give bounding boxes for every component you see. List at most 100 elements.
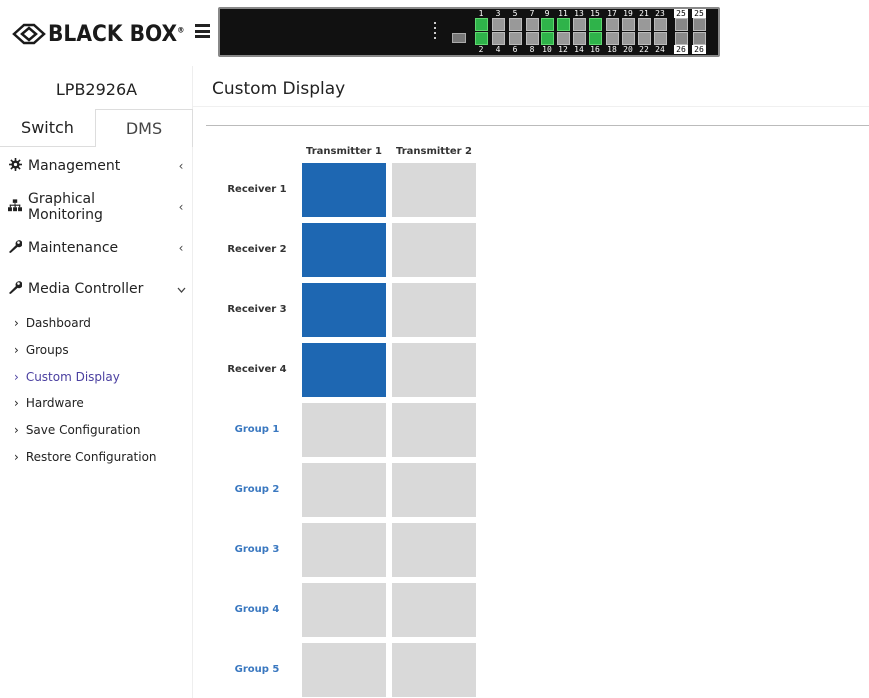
port-jack: [475, 18, 488, 31]
matrix-cell[interactable]: [392, 403, 476, 457]
row-label[interactable]: Group 3: [222, 544, 292, 555]
port-number-label: 2: [478, 45, 484, 54]
port-jack: [589, 32, 602, 45]
menu-label: Graphical Monitoring: [28, 191, 103, 223]
port-number-label: 25: [674, 9, 688, 18]
port-number-label: 4: [495, 45, 501, 54]
matrix-cell[interactable]: [302, 343, 386, 397]
row-label: Receiver 2: [227, 244, 287, 255]
port-jack: [693, 32, 706, 45]
port-jack: [606, 32, 619, 45]
menu-label: Maintenance: [28, 240, 119, 256]
chevron-right-icon: ›: [14, 343, 19, 357]
menu-label: Management: [28, 158, 121, 174]
menu-item-graphical-monitoring[interactable]: Graphical Monitoring ‹: [0, 187, 193, 227]
matrix-cell[interactable]: [302, 223, 386, 277]
port-number-label: 19: [623, 9, 633, 18]
chevron-left-icon: ‹: [178, 159, 184, 173]
port-jack: [541, 32, 554, 45]
port-jack: [573, 32, 586, 45]
menu-item-media-controller[interactable]: Media Controller: [0, 269, 193, 309]
wrench-icon: [4, 280, 26, 298]
port-number-label: 20: [623, 45, 633, 54]
matrix-cell[interactable]: [302, 403, 386, 457]
row-label[interactable]: Group 4: [222, 604, 292, 615]
port-number-label: 17: [607, 9, 617, 18]
matrix-cell[interactable]: [392, 283, 476, 337]
port-jack: [654, 32, 667, 45]
matrix-cell[interactable]: [302, 163, 386, 217]
port-number-label: 8: [529, 45, 535, 54]
matrix-cell[interactable]: [392, 643, 476, 697]
chevron-right-icon: ›: [14, 450, 19, 464]
row-label: Receiver 4: [227, 364, 287, 375]
brand-logo[interactable]: BLACK BOX®: [12, 20, 196, 48]
matrix-cell[interactable]: [302, 283, 386, 337]
port-number-label: 26: [692, 45, 706, 54]
matrix-cell[interactable]: [392, 343, 476, 397]
submenu-item-custom-display[interactable]: › Custom Display: [14, 370, 120, 384]
management-port[interactable]: [452, 33, 466, 43]
menu-toggle-icon[interactable]: [195, 24, 210, 38]
submenu-item-groups[interactable]: › Groups: [14, 343, 69, 357]
port-number-label: 11: [558, 9, 568, 18]
matrix-cell[interactable]: [302, 583, 386, 637]
sitemap-icon: [4, 198, 26, 216]
matrix-cell[interactable]: [392, 163, 476, 217]
port-number-label: 10: [542, 45, 552, 54]
status-leds: [434, 22, 438, 42]
port-jack: [589, 18, 602, 31]
menu-item-management[interactable]: Management ‹: [0, 146, 193, 186]
tab-dms[interactable]: DMS: [95, 109, 193, 147]
device-name: LPB2926A: [55, 80, 138, 99]
submenu-item-hardware[interactable]: › Hardware: [14, 396, 84, 410]
port-jack: [675, 18, 688, 31]
port-number-label: 25: [692, 9, 706, 18]
port-jack: [526, 32, 539, 45]
chevron-right-icon: ›: [14, 423, 19, 437]
port-jack: [622, 32, 635, 45]
chevron-right-icon: ›: [14, 370, 19, 384]
port-number-label: 3: [495, 9, 501, 18]
port-jack: [654, 18, 667, 31]
column-header-transmitter-2: Transmitter 2: [395, 146, 473, 157]
matrix-cell[interactable]: [302, 523, 386, 577]
matrix-cell[interactable]: [392, 523, 476, 577]
matrix-cell[interactable]: [392, 463, 476, 517]
port-jack: [475, 32, 488, 45]
port-number-label: 13: [574, 9, 584, 18]
port-number-label: 5: [512, 9, 518, 18]
port-number-label: 15: [590, 9, 600, 18]
row-label: Receiver 3: [227, 304, 287, 315]
row-label[interactable]: Group 5: [222, 664, 292, 675]
port-number-label: 1: [478, 9, 484, 18]
chevron-right-icon: ›: [14, 396, 19, 410]
port-number-label: 22: [639, 45, 649, 54]
port-jack: [675, 32, 688, 45]
menu-item-maintenance[interactable]: Maintenance ‹: [0, 228, 193, 268]
matrix-cell[interactable]: [302, 463, 386, 517]
sidebar: LPB2926A Switch DMS Management ‹ Graphic…: [0, 66, 193, 698]
row-label: Receiver 1: [227, 184, 287, 195]
submenu-item-save-configuration[interactable]: › Save Configuration: [14, 423, 140, 437]
port-jack: [622, 18, 635, 31]
sidebar-tabs: Switch DMS: [0, 109, 193, 147]
blackbox-logo-icon: [12, 23, 46, 45]
matrix-cell[interactable]: [392, 223, 476, 277]
brand-text: BLACK BOX®: [48, 21, 185, 47]
submenu-item-dashboard[interactable]: › Dashboard: [14, 316, 91, 330]
matrix-cell[interactable]: [392, 583, 476, 637]
port-number-label: 21: [639, 9, 649, 18]
row-label[interactable]: Group 1: [222, 424, 292, 435]
port-jack: [526, 18, 539, 31]
gear-icon: [4, 157, 26, 175]
matrix-cell[interactable]: [302, 643, 386, 697]
port-number-label: 14: [574, 45, 584, 54]
chevron-left-icon: ‹: [178, 200, 184, 214]
submenu-item-restore-configuration[interactable]: › Restore Configuration: [14, 450, 157, 464]
port-jack: [606, 18, 619, 31]
wrench-icon: [4, 239, 26, 257]
row-label[interactable]: Group 2: [222, 484, 292, 495]
tab-switch[interactable]: Switch: [0, 109, 95, 147]
switch-front-panel[interactable]: 1 2 3 4 5 6 7 8 9 10 11 12 13 14 15 16 17 18 19 20 21 22 23 24 2…: [218, 7, 720, 57]
